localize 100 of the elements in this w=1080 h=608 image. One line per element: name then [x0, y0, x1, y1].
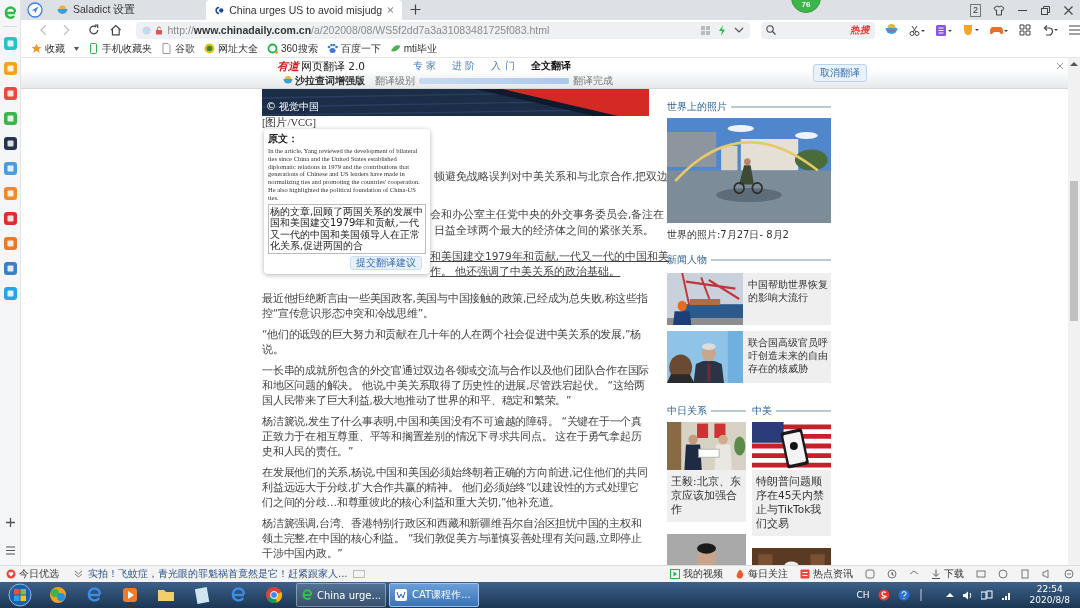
taskbar-window[interactable]: China urge... [296, 583, 386, 607]
level-option[interactable]: 全文翻译 [530, 58, 571, 73]
level-option[interactable]: 入 门 [491, 58, 515, 73]
toolbar-icon[interactable] [1042, 569, 1052, 579]
article-paragraph: 杨洁篪说,发生了什么事表明,中国和美国没有不可逾越的障碍。 “关键在于一个真正致力于在相互尊重、平等和搁置差别的情况下寻求共同点。 这在于勇气拿起历史和人民的责任。” [262, 414, 643, 459]
home-icon[interactable] [109, 24, 122, 36]
app-icon [394, 588, 408, 602]
daily-pick-label[interactable]: 今日优选 [19, 567, 59, 581]
level-option[interactable]: 专 家 [413, 58, 437, 73]
news-card[interactable]: 特朗普问题顺序在45天内禁止与TikTok我们交易 [752, 422, 831, 536]
toolbar-icon[interactable] [887, 569, 897, 579]
toolbar-icon[interactable] [865, 569, 875, 579]
clock[interactable]: 22:54 2020/8/8 [1029, 584, 1070, 606]
section-title: 新闻人物 [667, 254, 707, 267]
app-icon[interactable] [3, 137, 17, 150]
trending-label: 热搜 [850, 23, 870, 37]
compass-icon[interactable] [27, 2, 43, 18]
bookmark[interactable]: 360搜索 [267, 41, 318, 56]
bowl-icon [283, 76, 294, 85]
phone-icon [88, 43, 99, 54]
level-option[interactable]: 进 阶 [452, 58, 476, 73]
headline[interactable]: 特朗普问题顺序在45天内禁止与TikTok我们交易 [752, 470, 831, 536]
input-method-icon[interactable] [877, 589, 890, 601]
ball-icon[interactable] [48, 585, 68, 605]
article-paragraph: 杨洁篪强调,台湾、香港特别行政区和西藏和新疆维吾尔自治区担忧中国的主权和领土完整,在中国的核心利益。 “我们敦促美方与谨慎妥善处理有关问题,立即停止干涉中国内政。” [262, 516, 643, 561]
start-button-icon[interactable] [8, 583, 32, 607]
bolt-icon[interactable] [717, 24, 726, 36]
submit-button[interactable]: 提交翻译建议 [350, 255, 422, 270]
caret-icon[interactable] [74, 46, 79, 51]
paw-icon [326, 43, 338, 54]
address-bar[interactable]: http://www.chinadaily.com.cn/a/202008/08/WS5f2dd7a3a31083481725f083.html [135, 21, 750, 39]
toolbar-icon[interactable] [1020, 569, 1030, 579]
volume-icon[interactable] [961, 589, 973, 601]
window-count[interactable]: 2 [970, 3, 981, 17]
media-player-icon[interactable] [120, 585, 140, 605]
expand-tray-icon[interactable] [945, 592, 954, 598]
page-icon [161, 43, 172, 54]
menu-icon[interactable] [4, 546, 16, 555]
leaf-icon [389, 43, 401, 54]
download-button[interactable]: 下载 [931, 567, 964, 581]
search-field[interactable]: 热搜 [760, 21, 875, 39]
news-headline-link[interactable]: 实拍！飞蚊症，青光眼的罪魁祸首竟然是它！赶紧跟家人... [88, 567, 348, 581]
close-icon[interactable] [387, 6, 394, 14]
level-caption: 翻译级别 [375, 73, 416, 88]
help-icon[interactable] [897, 589, 910, 601]
undo-icon[interactable] [1042, 24, 1058, 36]
status-link[interactable]: 热点资讯 [800, 567, 853, 581]
news-card[interactable]: 中国帮助世界恢复的影响大流行 [667, 273, 831, 325]
chevron-down-icon[interactable] [733, 26, 744, 34]
apps-grid-icon[interactable] [1019, 24, 1031, 36]
star-icon [31, 43, 42, 54]
bookmark[interactable]: mti毕业 [389, 41, 438, 56]
reload-icon[interactable] [88, 24, 100, 36]
browser-tab[interactable]: China urges US to avoid misjudg [206, 0, 402, 20]
translation-field[interactable]: 杨的文章,回顾了两国关系的发展中国和美国建交1979年和贡献,一代又一代的中国和美国领导人在正常化关系,促进两国的合 [268, 203, 426, 254]
double-chevron-icon[interactable] [74, 570, 83, 578]
brand-logo: 有道 [277, 58, 299, 74]
section-title: 中日关系 [667, 404, 707, 418]
status-link[interactable]: 每日关注 [735, 567, 788, 581]
headline[interactable]: 王毅:北京、东京应该加强合作 [667, 470, 746, 522]
toolbar-icon[interactable] [1064, 569, 1074, 579]
article-paragraph: 一长串的成就所包含的外交官通过双边各领域交流与合作以及他们团队合作在国际和地区问题的解决。 他说,中美关系取得了历史性的进展,尽管跌宕起伏。 “这给两国人民带来了巨大利益,极大地推动了世界的和平、稳定和繁荣。” [262, 363, 649, 408]
restore-icon[interactable] [1040, 4, 1051, 16]
browser-tab[interactable]: Saladict 设置 [49, 0, 206, 20]
section-title: 中美 [752, 404, 772, 418]
language-indicator[interactable]: CH [856, 590, 870, 600]
chrome-icon[interactable] [264, 585, 284, 605]
photo-caption[interactable]: 世界的照片:7月27日- 8月2 [667, 228, 831, 242]
scissors-icon[interactable] [909, 24, 925, 36]
scrollbar[interactable] [1068, 58, 1080, 565]
scroll-up-icon[interactable] [1070, 61, 1078, 67]
news-card[interactable]: 联合国高级官员呼吁创造未来的自由存在的核威胁 [667, 331, 831, 383]
bookmark[interactable]: 手机收藏夹 [88, 41, 152, 56]
article-link[interactable]: 作。 他还强调了中美关系的政治基础。 [430, 264, 621, 279]
bookmark[interactable]: 谷歌 [161, 41, 195, 56]
scroll-thumb[interactable] [1070, 181, 1078, 321]
bookmark[interactable]: 收藏 [31, 41, 65, 56]
add-icon[interactable] [4, 517, 16, 528]
network-icon[interactable] [980, 589, 993, 601]
search-icon [267, 43, 278, 54]
toolbar-title: 网页翻译 2.0 [301, 59, 366, 74]
cancel-button[interactable]: 取消翻译 [813, 64, 868, 82]
bookmark[interactable]: 网址大全 [204, 41, 258, 56]
flame-icon [735, 569, 745, 579]
new-tab-icon[interactable] [410, 4, 421, 15]
headline[interactable]: 联合国高级官员呼吁创造未来的自由存在的核威胁 [743, 331, 831, 383]
translate-icon[interactable] [936, 24, 952, 36]
news-card[interactable]: 王毅:北京、东京应该加强合作 [667, 422, 746, 522]
article-paragraph: “他们的诋毁的巨大努力和贡献在几十年的人在两个社会促进中美关系的发展,”杨说。 [262, 327, 642, 357]
bowl-icon[interactable] [885, 24, 898, 36]
toolbar-icon[interactable] [998, 569, 1008, 579]
close-icon[interactable] [1063, 4, 1074, 16]
toolbar-icon[interactable] [976, 569, 986, 579]
shirt-icon[interactable] [993, 4, 1005, 16]
bookmark[interactable]: 百度一下 [326, 41, 381, 56]
browser-logo-icon[interactable] [2, 4, 18, 20]
status-link[interactable]: 我的视频 [670, 567, 723, 581]
headline[interactable]: 中国帮助世界恢复的影响大流行 [743, 273, 831, 325]
toolbar-subtitle: 沙拉查词增强版 [295, 73, 366, 88]
gamepad-icon[interactable] [990, 24, 1008, 36]
